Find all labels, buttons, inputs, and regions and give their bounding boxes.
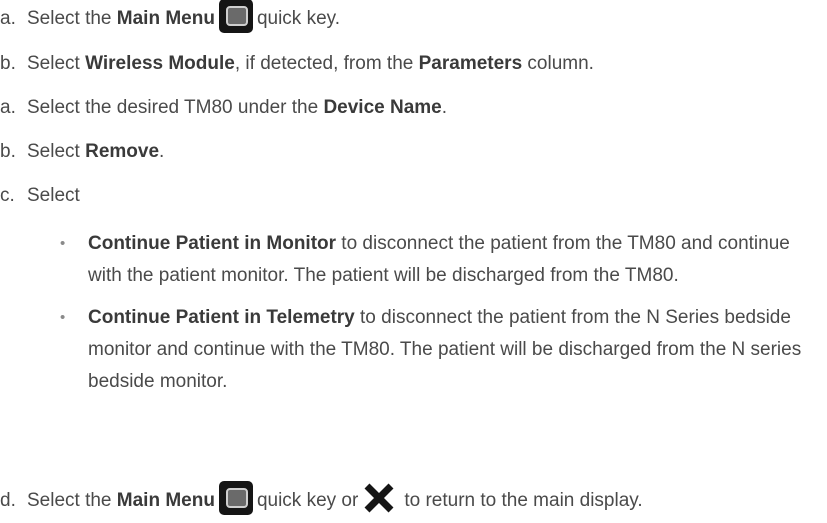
step-text: quick key. — [256, 8, 341, 30]
step-a-device-name: a. Select the desired TM80 under the Devi… — [0, 94, 447, 122]
bold-term: Device Name — [323, 97, 442, 118]
step-text: Select the — [27, 8, 117, 30]
main-menu-icon — [218, 481, 253, 515]
bold-term: Continue Patient in Telemetry — [88, 307, 355, 328]
step-a-main-menu: a. Select the Main Menu quick key. — [0, 0, 341, 33]
bold-term: Remove — [85, 141, 160, 162]
step-text: Select the — [27, 490, 117, 512]
step-text: Select — [27, 141, 86, 162]
option-continue-in-telemetry: • Continue Patient in Telemetry to disco… — [55, 302, 825, 398]
step-text: to return to the main display. — [404, 490, 643, 512]
step-text: . — [159, 141, 165, 162]
step-marker: b. — [0, 141, 16, 162]
bold-term: Main Menu — [116, 490, 215, 512]
step-text: . — [441, 97, 448, 118]
option-list: • Continue Patient in Monitor to disconn… — [55, 228, 825, 408]
step-marker: a. — [0, 97, 16, 118]
bullet-icon: • — [60, 235, 66, 252]
option-continue-in-monitor: • Continue Patient in Monitor to disconn… — [55, 228, 825, 292]
step-b-wireless-module: b. Select Wireless Module, if detected, f… — [0, 50, 594, 78]
step-c-select: c. Select — [0, 182, 80, 210]
close-x-icon — [364, 483, 394, 513]
bold-term: Wireless Module — [85, 53, 235, 74]
step-marker: d. — [0, 490, 16, 512]
step-text: column. — [522, 53, 594, 74]
bullet-icon: • — [60, 309, 66, 326]
step-text: quick key or — [256, 490, 359, 512]
step-d-return: d. Select the Main Menu quick key or to ret… — [0, 481, 643, 515]
step-marker: b. — [0, 53, 16, 74]
step-marker: a. — [0, 8, 16, 30]
step-marker: c. — [0, 185, 15, 206]
bold-term: Parameters — [418, 53, 523, 74]
step-text: Select — [27, 185, 80, 206]
step-b-remove: b. Select Remove. — [0, 138, 164, 166]
step-text: Select the desired TM80 under the — [27, 97, 324, 118]
bold-term: Continue Patient in Monitor — [88, 233, 337, 254]
bold-term: Main Menu — [116, 8, 215, 30]
main-menu-icon — [218, 0, 253, 33]
step-text: , if detected, from the — [234, 53, 419, 74]
step-text: Select — [27, 53, 86, 74]
